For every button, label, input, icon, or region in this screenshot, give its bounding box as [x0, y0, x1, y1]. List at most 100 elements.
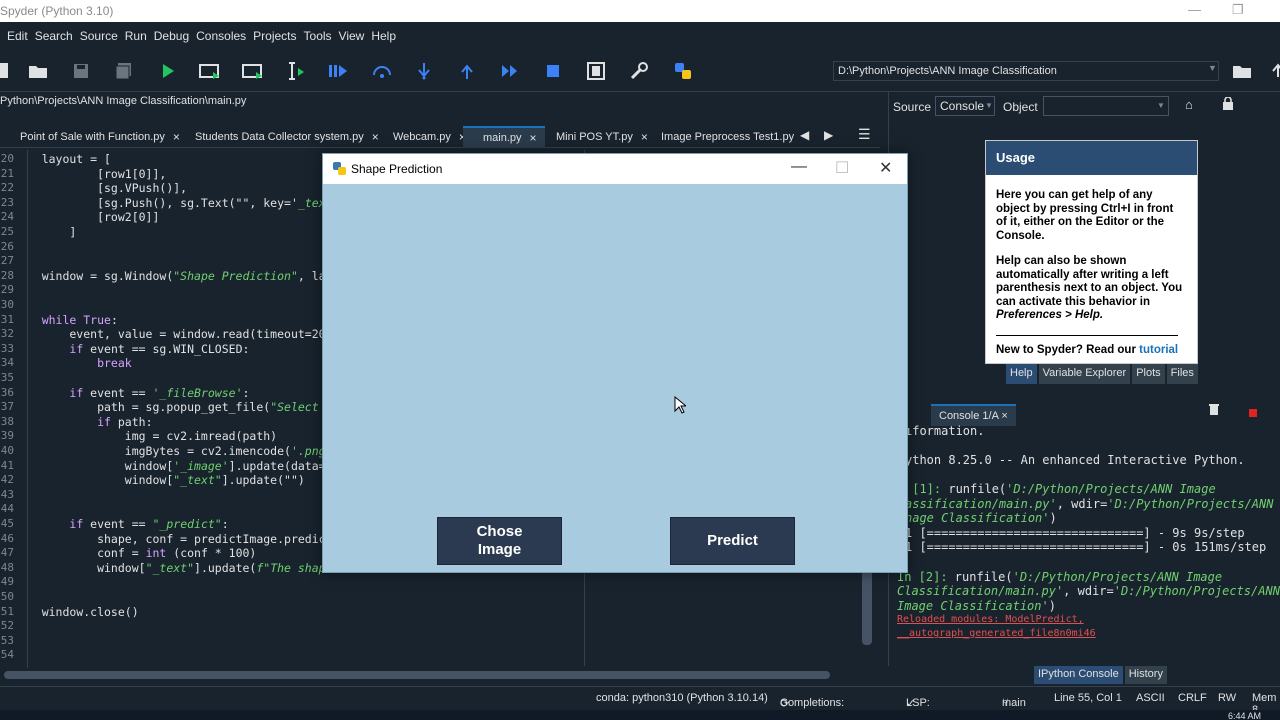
minimize-icon[interactable]: —	[1188, 2, 1201, 17]
tab-console-1a[interactable]: Console 1/A ×	[931, 404, 1016, 426]
close-icon[interactable]: ✕	[879, 158, 892, 178]
editor-horizontal-scrollbar[interactable]	[0, 668, 880, 682]
minimize-icon[interactable]: —	[791, 158, 807, 176]
working-directory-field[interactable]: D:\Python\Projects\ANN Image Classificat…	[833, 61, 1219, 81]
window-title: Spyder (Python 3.10)	[0, 4, 114, 18]
run-icon[interactable]	[156, 59, 180, 83]
line-number: 42	[0, 473, 14, 487]
line-number: 33	[0, 341, 14, 355]
tab-main[interactable]: main.py ×	[463, 126, 545, 148]
interrupt-kernel-icon[interactable]	[1249, 404, 1257, 422]
code-line: layout = [	[14, 152, 111, 166]
tab-plots[interactable]: Plots	[1132, 364, 1165, 384]
close-icon[interactable]: ×	[1001, 410, 1007, 422]
trash-icon[interactable]	[1209, 402, 1219, 420]
code-string: '.png	[290, 444, 326, 458]
menu-tools[interactable]: Tools	[304, 29, 332, 43]
home-icon[interactable]: ⌂	[1185, 97, 1193, 112]
maximize-icon[interactable]: ☐	[835, 158, 849, 178]
console-line: nage Classification')	[905, 511, 1057, 525]
console-line: 1 [==============================] - 0s …	[905, 540, 1267, 554]
lock-icon[interactable]	[1223, 96, 1233, 113]
chevron-down-icon[interactable]: ▼	[985, 101, 993, 110]
run-cell-icon[interactable]	[198, 59, 222, 83]
console-line: 1 [==============================] - 9s …	[905, 526, 1245, 540]
tab-point-of-sale[interactable]: Point of Sale with Function.py ×	[0, 126, 188, 148]
line-number: 27	[0, 254, 14, 268]
step-out-icon[interactable]	[455, 59, 479, 83]
choose-image-button[interactable]: Chose Image	[437, 517, 562, 565]
tab-mini-pos[interactable]: Mini POS YT.py ×	[536, 126, 656, 148]
line-number: 49	[0, 575, 14, 589]
tutorial-link[interactable]: tutorial	[1139, 344, 1178, 356]
console-string: 'D:/Python/Projects/ANN Image	[1012, 570, 1223, 584]
code-line: [sg.Push(), sg.Text("", key='_tex	[14, 196, 326, 210]
chevron-down-icon[interactable]: ▼	[1208, 63, 1217, 73]
window-titlebar: Spyder (Python 3.10) — ❐	[0, 0, 1280, 22]
tab-image-preprocess[interactable]: Image Preprocess Test1.py	[641, 126, 802, 148]
object-input[interactable]	[1043, 96, 1169, 116]
browse-folder-icon[interactable]	[1230, 59, 1254, 83]
save-icon[interactable]	[69, 59, 93, 83]
scrollbar-thumb[interactable]	[4, 671, 830, 679]
menu-source[interactable]: Source	[80, 29, 118, 43]
line-number: 23	[0, 195, 14, 209]
save-all-icon[interactable]	[112, 59, 136, 83]
tab-files[interactable]: Files	[1166, 364, 1198, 384]
open-folder-icon[interactable]	[26, 59, 50, 83]
menu-search[interactable]: Search	[35, 29, 73, 43]
tab-ipython-console[interactable]: IPython Console	[1034, 666, 1123, 684]
code-string: "Shape Prediction"	[173, 268, 298, 283]
code-text: window[	[14, 458, 174, 473]
line-number: 21	[0, 166, 14, 180]
line-number: 54	[0, 648, 14, 662]
debug-icon[interactable]	[326, 59, 350, 83]
maximize-pane-icon[interactable]	[584, 59, 608, 83]
tab-scroll-right-icon[interactable]: ▶	[824, 128, 833, 142]
line-number: 29	[0, 283, 14, 297]
menu-projects[interactable]: Projects	[253, 29, 296, 43]
line-number: 35	[0, 371, 14, 384]
step-over-icon[interactable]	[370, 59, 394, 83]
line-number: 50	[0, 590, 14, 603]
cursor-position: Line 55, Col 1	[1054, 692, 1122, 704]
console-text: runfile(	[948, 482, 1007, 496]
stop-icon[interactable]	[541, 59, 565, 83]
tab-scroll-left-icon[interactable]: ◀	[800, 128, 809, 142]
predict-button[interactable]: Predict	[670, 517, 795, 565]
code-text: (conf * 100)	[166, 546, 257, 561]
tab-menu-icon[interactable]: ☰	[858, 126, 871, 143]
parent-dir-icon[interactable]	[1266, 59, 1280, 83]
restore-icon[interactable]: ❐	[1232, 2, 1244, 18]
tab-webcam[interactable]: Webcam.py×	[373, 126, 474, 148]
chevron-down-icon[interactable]: ▼	[1157, 101, 1165, 110]
python-path-icon[interactable]	[671, 59, 695, 83]
step-into-icon[interactable]	[412, 59, 436, 83]
menu-edit[interactable]: Edit	[7, 29, 28, 43]
menu-view[interactable]: View	[339, 29, 365, 43]
code-line: imgBytes = cv2.imencode('.png	[14, 444, 326, 458]
menu-run[interactable]: Run	[125, 29, 147, 43]
spyder-window: Spyder (Python 3.10) — ❐ Edit Search Sou…	[0, 0, 1280, 720]
continue-icon[interactable]	[498, 59, 522, 83]
menu-help[interactable]: Help	[371, 29, 396, 43]
console-line: In [2]: runfile('D:/Python/Projects/ANN …	[897, 570, 1222, 584]
code-text: :	[221, 517, 229, 531]
usage-text: Help can also be shown automatically aft…	[996, 255, 1183, 308]
tab-variable-explorer[interactable]: Variable Explorer	[1038, 364, 1131, 384]
line-number: 28	[0, 268, 14, 282]
run-cell-advance-icon[interactable]	[241, 59, 265, 83]
menu-debug[interactable]: Debug	[154, 29, 189, 43]
tab-history[interactable]: History	[1124, 666, 1167, 684]
code-text: event ==	[83, 517, 153, 531]
new-file-icon[interactable]	[0, 59, 16, 83]
code-text: ].update(data=	[228, 458, 326, 473]
menu-consoles[interactable]: Consoles	[196, 29, 246, 43]
tab-help[interactable]: Help	[1006, 364, 1037, 384]
tab-students-data[interactable]: Students Data Collector system.py ×	[175, 126, 387, 148]
preferences-wrench-icon[interactable]	[627, 59, 651, 83]
conda-env-status[interactable]: conda: python310 (Python 3.10.14)	[596, 692, 768, 704]
run-selection-icon[interactable]	[284, 59, 308, 83]
ipython-console[interactable]: Console 1/A × ıformation. ython 8.25.0 -…	[888, 396, 1280, 666]
